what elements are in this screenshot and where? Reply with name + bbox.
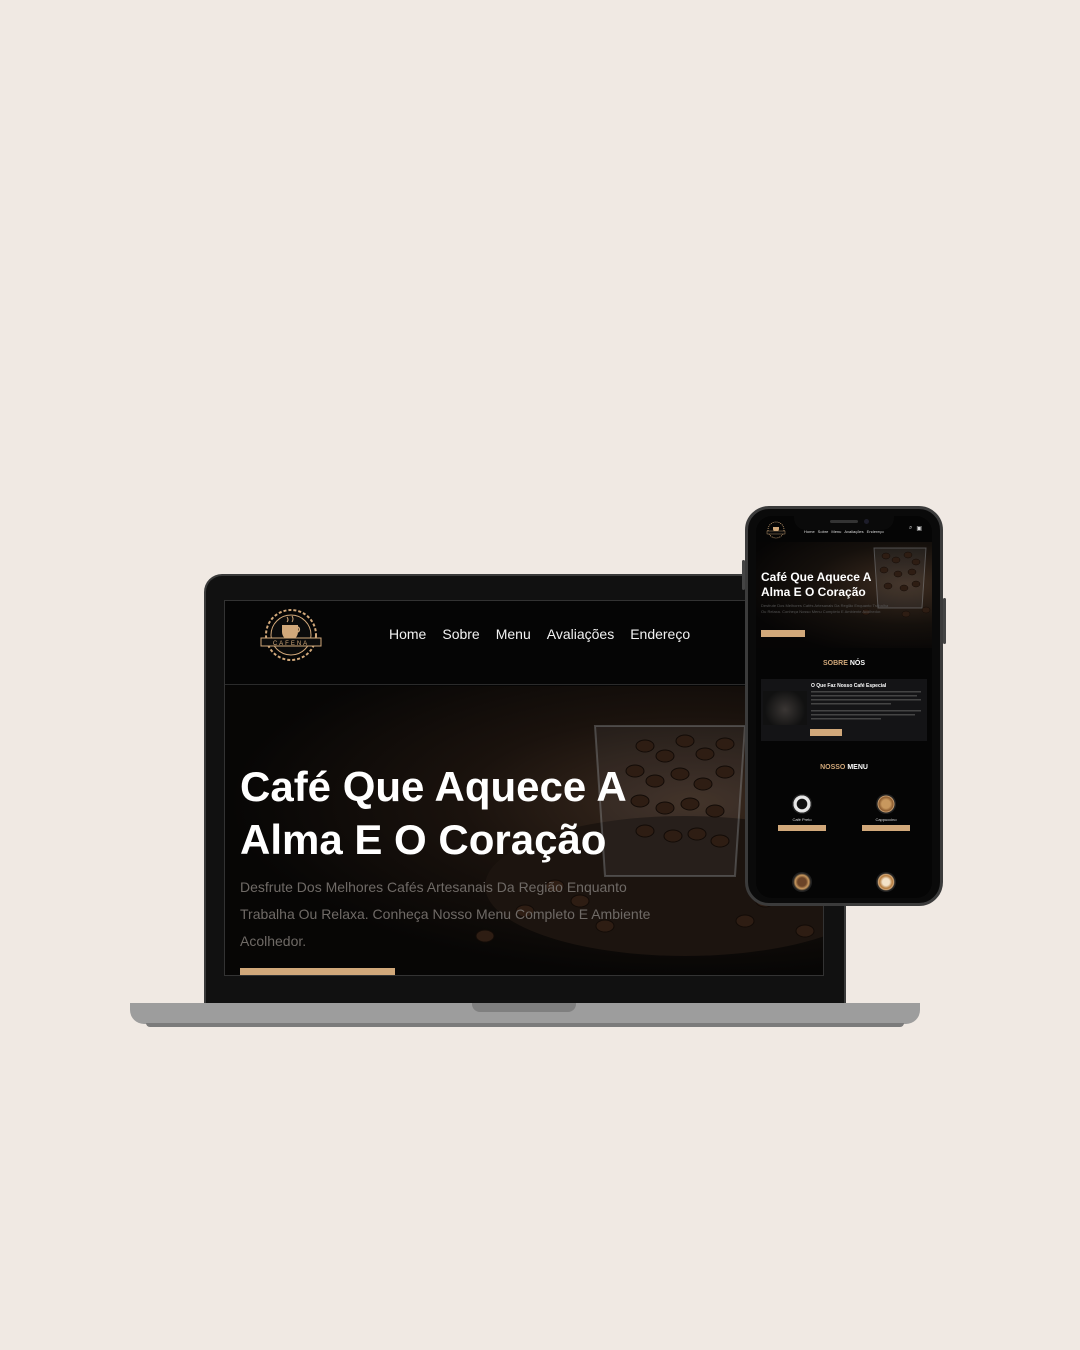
laptop-notch bbox=[472, 1003, 576, 1012]
about-image bbox=[763, 691, 807, 725]
about-read-more-button[interactable] bbox=[810, 729, 842, 736]
mobile-hero-title: Café Que Aquece A Alma E O Coração bbox=[761, 570, 872, 599]
nav-menu[interactable]: Menu bbox=[496, 626, 531, 642]
menu-item-card bbox=[767, 872, 837, 892]
cappuccino-cup-image bbox=[876, 794, 896, 814]
hero-title: Café Que Aquece A Alma E O Coração bbox=[240, 763, 626, 863]
about-card: O Que Faz Nosso Café Especial bbox=[761, 679, 927, 741]
menu-item-card bbox=[851, 872, 921, 892]
logo-text: CAFENA bbox=[273, 641, 309, 647]
menu-title-accent: NOSSO bbox=[820, 764, 846, 771]
add-to-cart-button[interactable] bbox=[778, 825, 826, 831]
cart-icon[interactable]: ▣ bbox=[916, 525, 922, 532]
phone-camera bbox=[864, 519, 869, 524]
mobile-cafena-logo[interactable] bbox=[764, 520, 788, 540]
about-text-lines bbox=[811, 691, 921, 720]
about-card-title: O Que Faz Nosso Café Especial bbox=[811, 683, 887, 689]
nav-endereco[interactable]: Endereço bbox=[630, 626, 690, 642]
phone-speaker bbox=[830, 520, 858, 523]
latte-cup-image bbox=[876, 872, 896, 892]
nav-sobre[interactable]: Sobre bbox=[442, 626, 479, 642]
mobile-header-icons: ⌕ ▣ bbox=[909, 525, 922, 532]
laptop-base-shadow bbox=[146, 1023, 904, 1027]
cafena-logo[interactable]: CAFENA bbox=[255, 605, 327, 665]
about-card-text bbox=[811, 691, 923, 724]
menu-item-name: Café Preto bbox=[792, 817, 812, 822]
hero-cta-button[interactable] bbox=[240, 968, 395, 975]
espresso-cup-image bbox=[792, 794, 812, 814]
menu-item-card: Cappuccino bbox=[851, 794, 921, 831]
about-section-title: SOBRE NÓS bbox=[756, 660, 932, 667]
menu-title-rest: MENU bbox=[847, 764, 868, 771]
laptop-screen: CAFENA Home Sobre Menu Avaliações Endere… bbox=[224, 600, 824, 976]
about-title-accent: SOBRE bbox=[822, 660, 848, 667]
mobile-hero: Café Que Aquece A Alma E O Coração Desfr… bbox=[756, 542, 932, 648]
hero-section: Café Que Aquece A Alma E O Coração Desfr… bbox=[225, 686, 823, 975]
nav-home[interactable]: Home bbox=[389, 626, 426, 642]
phone-screen: Home Sobre Menu Avaliações Endereço ⌕ ▣ … bbox=[756, 516, 932, 898]
site-header: CAFENA Home Sobre Menu Avaliações Endere… bbox=[225, 601, 823, 685]
add-to-cart-button[interactable] bbox=[862, 825, 910, 831]
main-nav: Home Sobre Menu Avaliações Endereço bbox=[389, 626, 690, 642]
mobile-hero-cta-button[interactable] bbox=[761, 630, 805, 637]
menu-section-title: NOSSO MENU bbox=[756, 764, 932, 771]
search-icon[interactable]: ⌕ bbox=[909, 525, 912, 532]
menu-item-card: Café Preto bbox=[767, 794, 837, 831]
mobile-hero-subtitle: Desfrute Dos Melhores Cafés Artesanais D… bbox=[761, 603, 889, 614]
hero-subtitle: Desfrute Dos Melhores Cafés Artesanais D… bbox=[240, 879, 651, 949]
coffee-cup-image bbox=[792, 872, 812, 892]
phone-power-button bbox=[943, 598, 946, 644]
menu-item-name: Cappuccino bbox=[875, 817, 897, 822]
about-title-rest: NÓS bbox=[849, 660, 866, 667]
nav-avaliacoes[interactable]: Avaliações bbox=[547, 626, 614, 642]
